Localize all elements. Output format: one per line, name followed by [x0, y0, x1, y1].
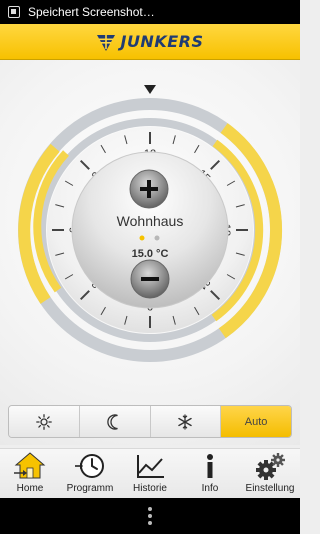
brand-name: JUNKERS	[120, 32, 204, 51]
decrease-button[interactable]	[130, 259, 170, 299]
mode-day-button[interactable]	[9, 406, 80, 437]
house-icon	[14, 452, 46, 479]
mode-auto-label: Auto	[244, 415, 268, 428]
screenshot-icon	[8, 6, 20, 18]
info-icon	[207, 454, 213, 478]
tab-programm-label: Programm	[66, 483, 114, 494]
graph-icon	[137, 455, 164, 478]
increase-button[interactable]	[129, 169, 169, 209]
mode-auto-button[interactable]: Auto	[221, 406, 291, 437]
clock-icon	[75, 454, 104, 478]
moon-icon	[106, 413, 118, 430]
junkers-emblem-icon	[97, 34, 116, 51]
temperature-value: 15.0 °C	[132, 248, 169, 260]
tab-info[interactable]: Info	[180, 449, 240, 498]
sun-icon	[36, 413, 52, 430]
indicator-dot-active	[139, 235, 145, 241]
tab-einstellung-label: Einstellung	[245, 483, 295, 494]
tab-historie-label: Historie	[133, 483, 167, 494]
gears-icon	[256, 453, 285, 480]
indicator-dot	[154, 235, 160, 241]
thermostat-panel: 121518210369 Wohnhaus 15.0 °C	[0, 60, 300, 445]
mode-frost-button[interactable]	[150, 406, 222, 437]
bottom-tab-bar: Home Programm Historie Info Einstellung	[0, 448, 300, 498]
brand-logo: JUNKERS	[96, 32, 203, 52]
mode-night-button[interactable]	[79, 406, 151, 437]
overflow-menu-icon[interactable]	[148, 507, 152, 525]
tab-home[interactable]: Home	[0, 449, 60, 498]
system-nav-bar	[0, 498, 300, 534]
zone-name: Wohnhaus	[117, 213, 184, 229]
thermostat-dial: 121518210369 Wohnhaus 15.0 °C	[18, 85, 283, 362]
tab-home-label: Home	[16, 483, 44, 494]
time-pointer-icon	[144, 85, 156, 94]
tab-info-label: Info	[201, 483, 219, 494]
notification-text: Speichert Screenshot…	[28, 5, 155, 19]
minus-icon	[141, 277, 159, 281]
mode-selector: Auto	[8, 405, 292, 438]
status-bar: Speichert Screenshot…	[0, 0, 300, 24]
app-header: JUNKERS	[0, 24, 300, 60]
tab-historie[interactable]: Historie	[120, 449, 180, 498]
tab-einstellung[interactable]: Einstellung	[240, 449, 300, 498]
snowflake-icon	[178, 413, 193, 430]
tab-programm[interactable]: Programm	[60, 449, 120, 498]
